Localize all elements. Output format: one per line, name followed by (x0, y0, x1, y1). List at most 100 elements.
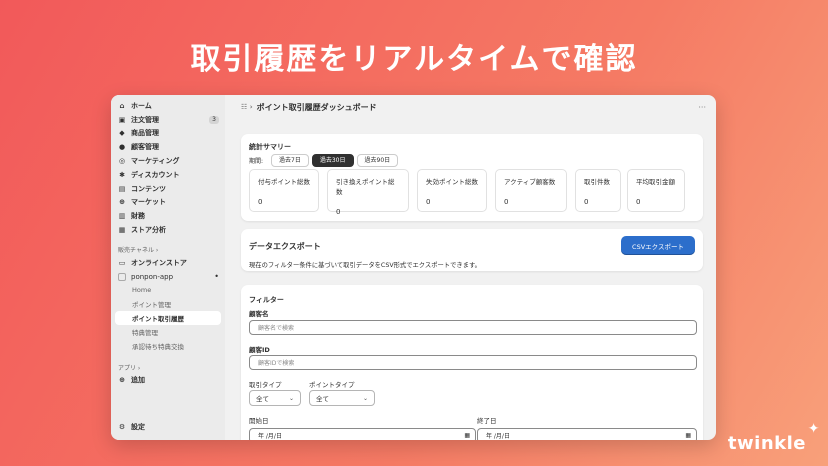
chevron-down-icon: ⌄ (288, 394, 294, 402)
date-value: 年 /月/日 (486, 433, 510, 440)
chevron-down-icon: ⌄ (362, 394, 368, 402)
person-icon: ● (118, 143, 126, 152)
sidebar-subitem-pending-exchanges[interactable]: 承認待ち特典交換 (111, 339, 225, 353)
sales-channels-heading[interactable]: 販売チャネル › (111, 244, 225, 256)
app-name: ponpon-app (131, 272, 174, 281)
transaction-type-select[interactable]: 全て ⌄ (249, 390, 301, 406)
select-value: 全て (256, 395, 269, 403)
sidebar-item-label: 注文管理 (131, 115, 159, 124)
stat-label: アクティブ顧客数 (504, 178, 556, 186)
sidebar-item-add[interactable]: ⊕ 追加 (111, 374, 225, 388)
sidebar-item-label: オンラインストア (131, 258, 187, 267)
stat-value: 0 (504, 198, 509, 206)
sidebar-item-label: 追加 (131, 376, 145, 385)
page-title: ポイント取引履歴ダッシュボード (256, 102, 377, 112)
stat-value: 0 (426, 198, 431, 206)
end-date-label: 終了日 (477, 417, 497, 425)
brand-name: twinkle (727, 433, 806, 454)
export-title: データエクスポート (249, 242, 321, 251)
sidebar-subitem-point-history[interactable]: ポイント取引履歴 (115, 311, 221, 325)
sparkle-icon: ✦ (807, 421, 820, 437)
sidebar: ⌂ ホーム ▣ 注文管理 3 ◆ 商品管理 ● 顧客管理 ◎ マーケティング ✱ ディスカウン… (111, 95, 225, 440)
sidebar-subitem-home[interactable]: Home (111, 284, 225, 298)
sidebar-item-label: マーケティング (131, 157, 180, 166)
stat-redeemed-points: 引き換えポイント総数 0 (327, 169, 409, 216)
sidebar-item-finance[interactable]: ▥ 財務 (111, 209, 225, 223)
sidebar-subitem-rewards[interactable]: 特典管理 (111, 325, 225, 339)
stat-average-amount: 平均取引金額 0 (627, 169, 685, 212)
sidebar-item-label: ディスカウント (131, 170, 180, 179)
select-value: 全て (316, 395, 329, 403)
app-pin-dot: • (214, 272, 219, 282)
period-label: 期間: (249, 158, 264, 165)
app-icon (118, 272, 126, 281)
start-date-label: 開始日 (249, 417, 269, 425)
stat-transaction-count: 取引件数 0 (575, 169, 621, 212)
sidebar-subitem-point-management[interactable]: ポイント管理 (111, 297, 225, 311)
breadcrumb-icon[interactable]: ☷ › (241, 103, 253, 111)
csv-export-button[interactable]: CSVエクスポート (621, 236, 695, 255)
apps-heading[interactable]: アプリ › (111, 362, 225, 374)
calendar-icon: ▦ (685, 432, 691, 439)
sidebar-item-label: 財務 (131, 212, 145, 221)
sidebar-item-label: ホーム (131, 101, 152, 110)
summary-card: 統計サマリー 期間: 過去7日 過去30日 過去90日 付与ポイント総数 0 引き… (241, 134, 703, 221)
sidebar-item-content[interactable]: ▤ コンテンツ (111, 182, 225, 196)
point-type-label: ポイントタイプ (309, 381, 355, 389)
sidebar-item-settings[interactable]: ⚙ 設定 (111, 420, 225, 434)
app-window: ⌂ ホーム ▣ 注文管理 3 ◆ 商品管理 ● 顧客管理 ◎ マーケティング ✱ ディスカウン… (111, 95, 716, 440)
more-actions-icon[interactable]: ··· (698, 103, 706, 112)
target-icon: ◎ (118, 157, 126, 166)
export-description: 現在のフィルター条件に基づいて取引データをCSV形式でエクスポートできます。 (249, 262, 481, 269)
sidebar-item-label: 商品管理 (131, 129, 159, 138)
chart-icon: ▦ (118, 226, 126, 235)
sidebar-item-label: 設定 (131, 423, 145, 432)
sidebar-app-ponpon[interactable]: ponpon-app • (111, 270, 225, 284)
sidebar-item-discounts[interactable]: ✱ ディスカウント (111, 168, 225, 182)
period-30-days-button[interactable]: 過去30日 (311, 154, 354, 167)
sidebar-item-label: コンテンツ (131, 184, 166, 193)
customer-name-label: 顧客名 (249, 310, 269, 318)
stat-label: 付与ポイント総数 (258, 178, 310, 186)
sidebar-item-marketing[interactable]: ◎ マーケティング (111, 154, 225, 168)
sidebar-item-online-store[interactable]: ▭ オンラインストア (111, 256, 225, 270)
stat-active-customers: アクティブ顧客数 0 (495, 169, 567, 212)
headline: 取引履歴をリアルタイムで確認 (190, 42, 638, 77)
date-value: 年 /月/日 (258, 433, 282, 440)
customer-id-label: 顧客ID (249, 346, 270, 354)
sidebar-item-orders[interactable]: ▣ 注文管理 3 (111, 113, 225, 127)
customer-id-input[interactable]: 顧客IDで検索 (249, 355, 697, 370)
sidebar-item-customers[interactable]: ● 顧客管理 (111, 140, 225, 154)
sidebar-item-analytics[interactable]: ▦ ストア分析 (111, 223, 225, 237)
period-90-days-button[interactable]: 過去90日 (356, 154, 399, 167)
start-date-input[interactable]: 年 /月/日 ▦ (249, 428, 476, 440)
stat-value: 0 (258, 198, 263, 206)
sidebar-item-label: マーケット (131, 198, 166, 207)
stat-label: 引き換えポイント総数 (336, 178, 395, 196)
gear-icon: ⚙ (118, 423, 126, 432)
end-date-input[interactable]: 年 /月/日 ▦ (477, 428, 697, 440)
stat-label: 取引件数 (584, 178, 610, 186)
transaction-type-label: 取引タイプ (249, 381, 282, 389)
sidebar-item-products[interactable]: ◆ 商品管理 (111, 127, 225, 141)
stat-expired-points: 失効ポイント総数 0 (417, 169, 487, 212)
period-7-days-button[interactable]: 過去7日 (271, 154, 309, 167)
sidebar-item-label: ストア分析 (131, 226, 166, 235)
content-icon: ▤ (118, 184, 126, 193)
period-selector: 期間: 過去7日 過去30日 過去90日 (249, 154, 401, 167)
stat-value: 0 (636, 198, 641, 206)
sidebar-item-home[interactable]: ⌂ ホーム (111, 99, 225, 113)
point-type-select[interactable]: 全て ⌄ (309, 390, 375, 406)
tag-icon: ◆ (119, 129, 125, 138)
customer-name-input[interactable]: 顧客名で検索 (249, 320, 697, 335)
export-card: データエクスポート 現在のフィルター条件に基づいて取引データをCSV形式でエクス… (241, 229, 703, 271)
globe-icon: ⊕ (119, 198, 125, 207)
calendar-icon: ▦ (464, 432, 470, 439)
main-content: ☷ › ポイント取引履歴ダッシュボード ··· 統計サマリー 期間: 過去7日 … (225, 95, 716, 440)
bank-icon: ▥ (118, 212, 126, 221)
stat-value: 0 (584, 198, 589, 206)
filter-title: フィルター (249, 296, 284, 304)
filter-card: フィルター 顧客名 顧客名で検索 顧客ID 顧客IDで検索 取引タイプ 全て ⌄ … (241, 285, 703, 440)
sidebar-item-markets[interactable]: ⊕ マーケット (111, 196, 225, 210)
brand-logo: twinkle ✦ (727, 421, 820, 454)
